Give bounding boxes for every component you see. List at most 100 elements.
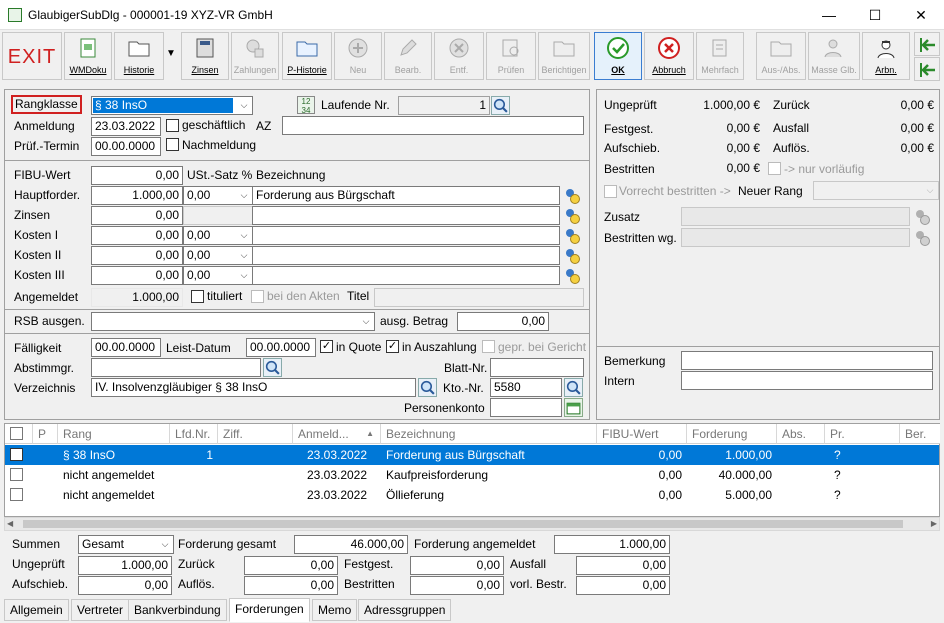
col-header-fibu-wert[interactable]: FIBU-Wert — [597, 424, 687, 444]
lookup-button[interactable] — [562, 206, 582, 225]
lookup-button[interactable] — [562, 186, 582, 205]
col-header-anmeld[interactable]: Anmeld... ▲ — [293, 424, 381, 444]
neuer-rang-select[interactable]: ⌵ — [813, 181, 939, 200]
lookup-button[interactable] — [562, 266, 582, 285]
minimize-button[interactable]: — — [806, 0, 852, 30]
tab-allgemein[interactable]: Allgemein — [4, 599, 69, 621]
az-field[interactable] — [282, 116, 584, 135]
lookup-button[interactable] — [562, 226, 582, 245]
col-header-bezeichnung[interactable]: Bezeichnung — [381, 424, 597, 444]
kosten-ii-desc[interactable] — [252, 246, 560, 265]
titel-field[interactable] — [374, 288, 584, 307]
number-sequence-icon[interactable]: 12 34 — [297, 96, 315, 115]
vorrecht-bestritten-checkbox[interactable] — [604, 185, 617, 198]
tab-memo[interactable]: Memo — [312, 599, 358, 621]
bearb-button[interactable]: Bearb. — [384, 32, 432, 80]
search-button[interactable] — [564, 378, 583, 397]
historie-dropdown[interactable]: ▼ — [165, 32, 179, 80]
select-all-checkbox[interactable] — [10, 427, 23, 440]
anmeldung-field[interactable]: 23.03.2022 — [91, 117, 161, 136]
zusatz-field[interactable] — [681, 207, 910, 226]
search-button[interactable] — [263, 358, 282, 377]
entf-button[interactable]: Entf. — [434, 32, 484, 80]
col-header-ziff[interactable]: Ziff. — [218, 424, 293, 444]
hauptforder-desc[interactable]: Forderung aus Bürgschaft — [252, 186, 560, 205]
pruefen-button[interactable]: Prüfen — [486, 32, 536, 80]
bemerkung-field[interactable] — [681, 351, 933, 370]
scrollbar-thumb[interactable] — [23, 520, 903, 528]
rsb-select[interactable]: ⌵ — [91, 312, 375, 331]
search-button[interactable] — [418, 378, 437, 397]
col-header-pr[interactable]: Pr. — [825, 424, 900, 444]
exit-button[interactable]: EXIT — [2, 32, 62, 80]
table-row[interactable]: nicht angemeldet 23.03.2022 Öllieferung … — [5, 485, 939, 505]
tab-vertreter[interactable]: Vertreter — [71, 599, 130, 621]
arbn-button[interactable]: Arbn. — [862, 32, 910, 80]
mehrfach-button[interactable]: Mehrfach — [696, 32, 744, 80]
zinsen-amount[interactable]: 0,00 — [91, 206, 183, 225]
masse-glb-button[interactable]: Masse Glb. — [808, 32, 860, 80]
account-lookup-button[interactable] — [564, 398, 583, 417]
fibu-wert-field[interactable]: 0,00 — [91, 166, 183, 185]
gepr-checkbox[interactable] — [482, 340, 495, 353]
kosten-ii-ust-select[interactable]: 0,00 ⌵ — [183, 246, 253, 265]
summen-select[interactable]: Gesamt ⌵ — [78, 535, 174, 554]
kosten-i-desc[interactable] — [252, 226, 560, 245]
p-historie-button[interactable]: P-Historie — [282, 32, 332, 80]
table-row[interactable]: nicht angemeldet 23.03.2022 Kaufpreisfor… — [5, 465, 939, 485]
col-header-rang[interactable]: Rang — [58, 424, 170, 444]
kosten-iii-desc[interactable] — [252, 266, 560, 285]
kosten-iii-ust-select[interactable]: 0,00 ⌵ — [183, 266, 253, 285]
geschaeftlich-checkbox[interactable] — [166, 119, 179, 132]
scroll-right-icon[interactable]: ▶ — [931, 519, 937, 528]
tab-adressgruppen[interactable]: Adressgruppen — [358, 599, 452, 621]
personenkonto-field[interactable] — [490, 398, 562, 417]
verzeichnis-field[interactable]: IV. Insolvenzgläubiger § 38 InsO — [91, 378, 416, 397]
close-button[interactable]: ✕ — [898, 0, 944, 30]
horizontal-scrollbar[interactable]: ◀ ▶ — [4, 517, 940, 531]
navigate-in-button[interactable] — [914, 32, 940, 56]
col-header-p[interactable]: P — [33, 424, 58, 444]
select-all-header[interactable] — [5, 424, 33, 444]
table-row[interactable]: § 38 InsO 1 23.03.2022 Forderung aus Bür… — [5, 445, 939, 465]
berichtigen-button[interactable]: Berichtigen — [538, 32, 590, 80]
in-quote-checkbox[interactable]: ✓ — [320, 340, 333, 353]
row-checkbox[interactable] — [10, 448, 23, 461]
pruef-termin-field[interactable]: 00.00.0000 — [91, 137, 161, 156]
abbruch-button[interactable]: Abbruch — [644, 32, 694, 80]
kosten-iii-amount[interactable]: 0,00 — [91, 266, 183, 285]
maximize-button[interactable]: ☐ — [852, 0, 898, 30]
ok-button[interactable]: OK — [594, 32, 642, 80]
zinsen-button[interactable]: Zinsen — [181, 32, 229, 80]
scroll-left-icon[interactable]: ◀ — [7, 519, 13, 528]
intern-field[interactable] — [681, 371, 933, 390]
lookup-button[interactable] — [912, 228, 932, 247]
bestritten-wg-field[interactable] — [681, 228, 910, 247]
kto-nr-field[interactable]: 5580 — [490, 378, 562, 397]
tab-bankverbindung[interactable]: Bankverbindung — [128, 599, 227, 621]
faelligkeit-field[interactable]: 00.00.0000 — [91, 338, 161, 357]
lookup-button[interactable] — [562, 246, 582, 265]
tab-forderungen[interactable]: Forderungen — [229, 598, 310, 622]
col-header-lfd-nr[interactable]: Lfd.Nr. — [170, 424, 218, 444]
in-auszahlung-checkbox[interactable]: ✓ — [386, 340, 399, 353]
col-header-abs[interactable]: Abs. — [777, 424, 825, 444]
nachmeldung-checkbox[interactable] — [166, 138, 179, 151]
laufende-nr-field[interactable]: 1 — [398, 96, 490, 115]
search-button[interactable] — [491, 96, 510, 115]
rangklasse-select[interactable]: § 38 InsO ⌵ — [91, 96, 253, 115]
navigate-out-button[interactable] — [914, 57, 940, 81]
kosten-i-amount[interactable]: 0,00 — [91, 226, 183, 245]
aus-abs-button[interactable]: Aus-/Abs. — [756, 32, 806, 80]
row-checkbox[interactable] — [10, 468, 23, 481]
hauptforder-amount[interactable]: 1.000,00 — [91, 186, 183, 205]
blatt-nr-field[interactable] — [490, 358, 584, 377]
zinsen-desc[interactable] — [252, 206, 560, 225]
nur-vorlaeufig-checkbox[interactable] — [768, 162, 781, 175]
hauptforder-ust-select[interactable]: 0,00 ⌵ — [183, 186, 253, 205]
historie-button[interactable]: Historie — [114, 32, 164, 80]
leist-datum-field[interactable]: 00.00.0000 — [246, 338, 316, 357]
kosten-i-ust-select[interactable]: 0,00 ⌵ — [183, 226, 253, 245]
wmdoku-button[interactable]: WMDoku — [64, 32, 112, 80]
row-checkbox[interactable] — [10, 488, 23, 501]
